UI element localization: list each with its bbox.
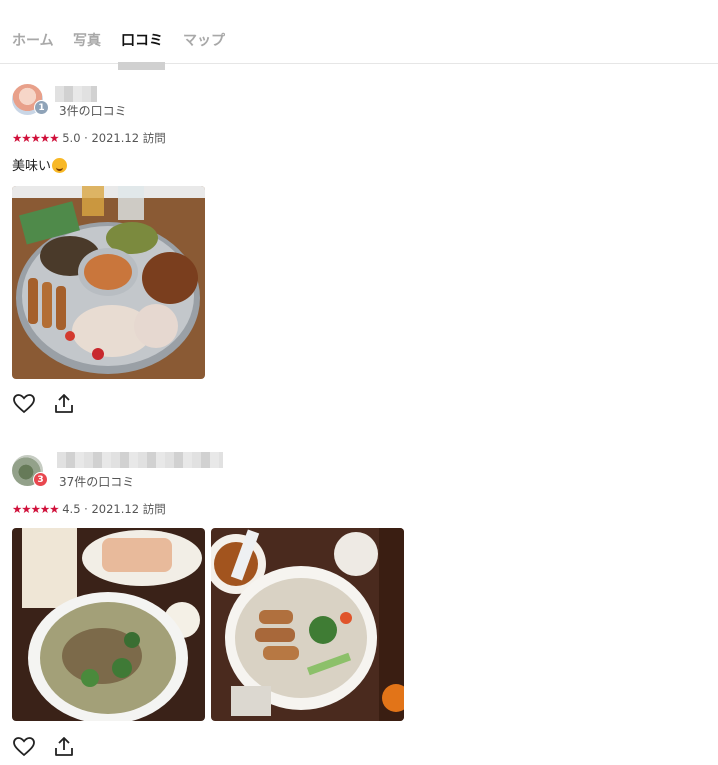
tab-photos[interactable]: 写真 [73,30,101,50]
reviewer-name-blurred[interactable] [55,86,97,102]
review-photo-bun[interactable] [211,528,404,721]
share-icon [55,394,73,413]
tab-reviews[interactable]: 口コミ [121,30,163,50]
reviewer-review-count: 3件の口コミ [59,104,127,118]
rating-row: ★★★★★ 5.0 · 2021.12 訪問 [12,131,166,145]
heart-icon [13,394,35,414]
rating-value: 4.5 [62,502,81,516]
tab-map[interactable]: マップ [183,30,225,50]
review-comment-text: 美味い [12,159,52,174]
yummy-face-emoji-icon [52,158,68,173]
reviewer-level-badge: 1 [34,100,49,115]
like-button[interactable] [12,392,36,416]
tab-bar: ホーム 写真 口コミ マップ [0,0,718,64]
rating-stars: ★★★★★ [12,131,60,145]
review-comment: 美味い [12,155,68,174]
reviewer-name-blurred[interactable] [57,452,223,468]
reviewer-review-count: 37件の口コミ [59,475,135,489]
rating-row: ★★★★★ 4.5 · 2021.12 訪問 [12,502,166,516]
visit-date: 2021.12 訪問 [91,131,166,145]
review-photo-pho[interactable] [12,528,205,721]
share-button[interactable] [52,735,76,759]
visit-date: 2021.12 訪問 [91,502,166,516]
rating-value: 5.0 [62,131,81,145]
active-tab-indicator [118,62,165,70]
tab-home[interactable]: ホーム [12,30,54,50]
share-button[interactable] [52,392,76,416]
share-icon [55,737,73,756]
rating-stars: ★★★★★ [12,502,60,516]
like-button[interactable] [12,735,36,759]
heart-icon [13,737,35,757]
reviewer-level-badge: 3 [33,472,48,487]
review-photo-platter[interactable] [12,186,205,379]
